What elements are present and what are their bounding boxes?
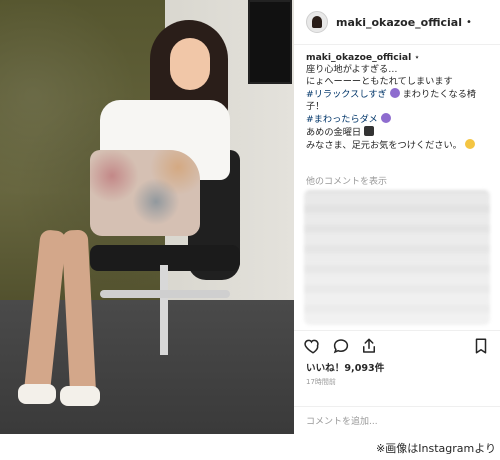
more-comments-link[interactable]: 他のコメントを表示 [306,174,387,187]
caption: maki_okazoe_official ⋆ 座り心地がよすぎる… にょへーーー… [306,52,492,152]
caption-careful: みなさま、足元お気をつけください。 [306,140,462,151]
caption-line-5: 子！ [306,101,325,112]
emoji-face-icon [464,139,475,149]
source-note: ※画像はInstagramより [376,442,496,455]
caption-line-6: #まわったらダメ [306,113,492,126]
avatar[interactable] [306,11,328,33]
hashtag-relax[interactable]: #リラックスしすぎ [306,89,387,100]
shoe-right [60,386,100,406]
comments-blurred-area [304,190,490,325]
shoe-left [18,384,56,404]
divider-top [294,44,500,45]
person-skirt [90,150,200,236]
caption-line-1: maki_okazoe_official ⋆ [306,52,492,64]
comment-placeholder: コメントを追加... [306,417,378,427]
caption-line-7: あめの金曜日 [306,126,492,139]
comment-icon[interactable] [332,337,350,355]
caption-line-4: #リラックスしすぎ まわりたくなる椅 [306,88,492,101]
divider-actions [294,330,500,331]
heart-icon[interactable] [304,337,322,355]
header-dot: • [466,16,472,28]
action-bar [304,336,490,356]
post-sidebar: maki_okazoe_official • maki_okazoe_offic… [294,0,500,434]
emoji-icon [380,113,391,123]
header-username[interactable]: maki_okazoe_official [336,16,462,29]
likes-count[interactable]: いいね！9,093件 [306,360,384,374]
arrow-icon [364,126,375,136]
chair-stem [160,265,168,355]
caption-line-3: にょへーーーともたれてしまいます [306,76,453,87]
chair-base [100,290,230,298]
caption-line-8: みなさま、足元お気をつけください。 [306,139,492,152]
bookmark-icon[interactable] [472,337,490,355]
emoji-icon [389,88,400,98]
person-face [170,38,210,90]
caption-rainy-friday: あめの金曜日 [306,127,362,138]
post-header: maki_okazoe_official • [294,0,500,44]
tv-screen [248,0,292,84]
post-photo [0,0,294,434]
comment-input[interactable]: コメントを追加... [294,406,500,434]
hashtag-dame[interactable]: #まわったらダメ [306,114,378,125]
caption-username[interactable]: maki_okazoe_official [306,52,411,63]
share-icon[interactable] [360,337,378,355]
post-time: 17時間前 [306,378,336,386]
caption-line-2: 座り心地がよすぎる… [306,64,398,75]
caption-text-chair: まわりたくなる椅 [402,89,477,100]
caption-marker: ⋆ [414,52,420,63]
